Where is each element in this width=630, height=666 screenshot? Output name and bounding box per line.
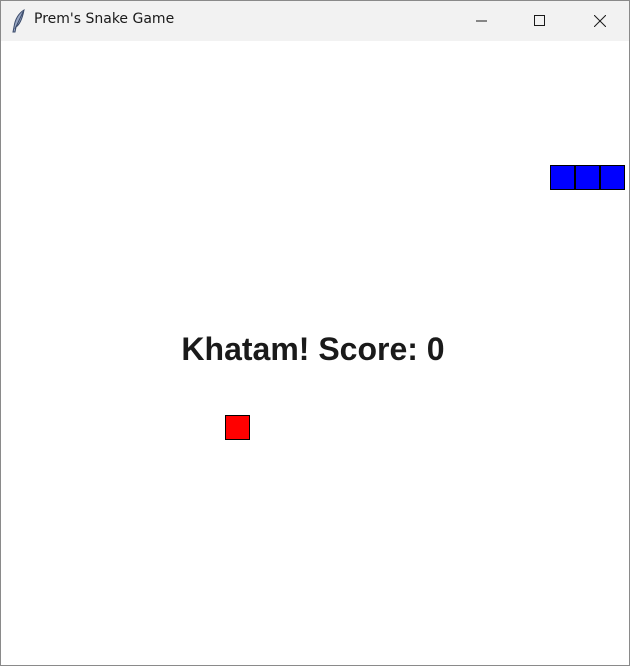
game-over-message: Khatam! Score: 0	[181, 331, 445, 367]
snake-segment	[575, 165, 600, 190]
maximize-button[interactable]	[511, 1, 569, 41]
close-icon	[594, 15, 606, 27]
maximize-icon	[534, 15, 545, 26]
window-title: Prem's Snake Game	[34, 11, 175, 27]
close-button[interactable]	[571, 1, 629, 41]
title-bar[interactable]: Prem's Snake Game	[1, 1, 629, 41]
feather-icon	[10, 8, 28, 33]
minimize-button[interactable]	[453, 1, 511, 41]
game-canvas[interactable]: Khatam! Score: 0	[1, 41, 629, 665]
food-square	[225, 415, 250, 440]
snake-segment	[550, 165, 575, 190]
snake-segment	[600, 165, 625, 190]
app-window: Prem's Snake Game Khatam! Score: 0	[0, 0, 630, 666]
minimize-icon	[476, 20, 487, 22]
